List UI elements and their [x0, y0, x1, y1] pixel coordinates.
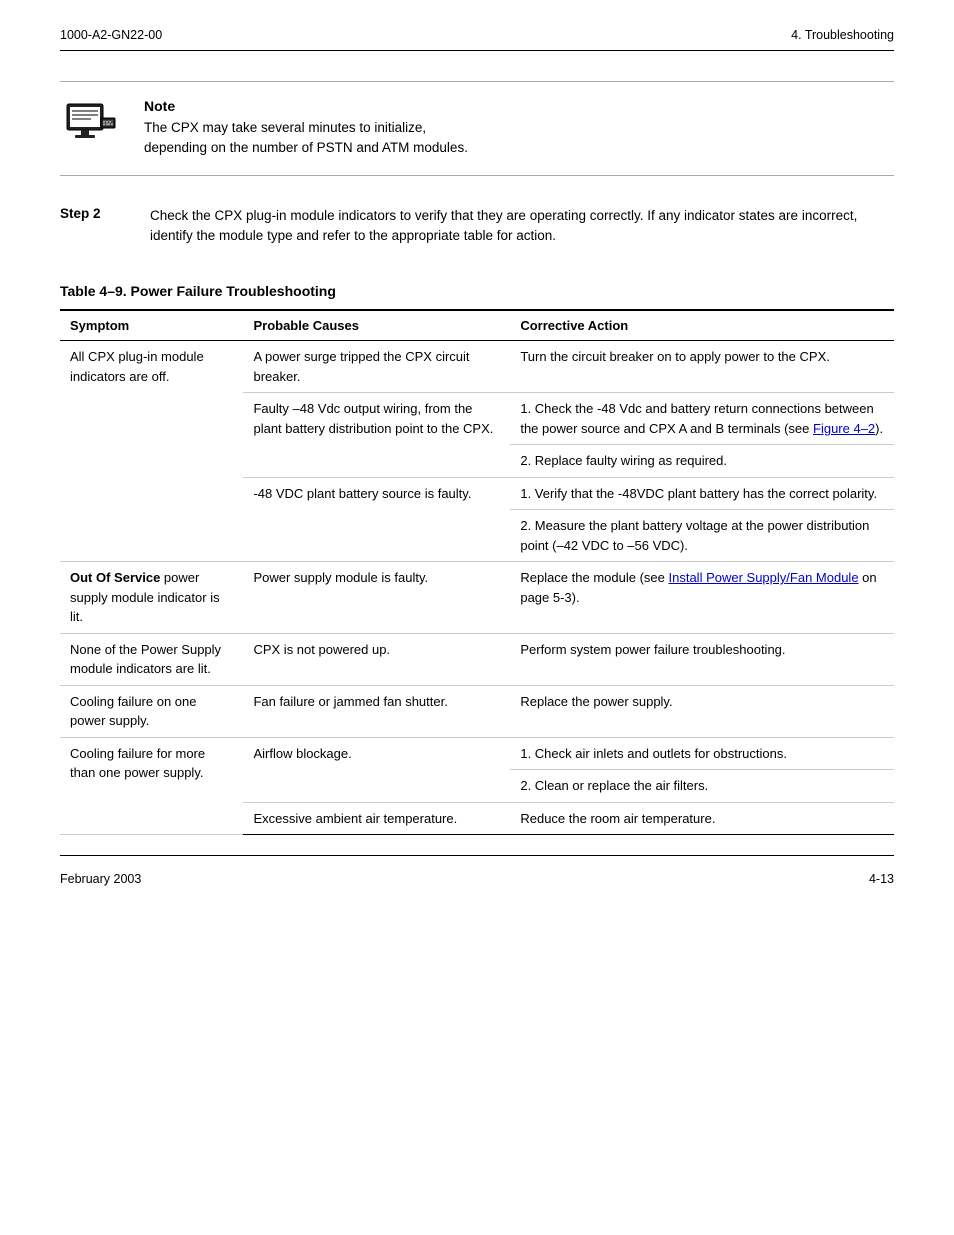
cell-action: Turn the circuit breaker on to apply pow…: [510, 341, 894, 393]
cell-action: Replace the power supply.: [510, 685, 894, 737]
cell-action: 2. Clean or replace the air filters.: [510, 770, 894, 803]
cell-cause: A power surge tripped the CPX circuit br…: [243, 341, 510, 393]
cell-action: 1. Check the -48 Vdc and battery return …: [510, 393, 894, 445]
cell-cause: Fan failure or jammed fan shutter.: [243, 685, 510, 737]
note-icon: [60, 100, 120, 148]
header-doc-id: 1000-A2-GN22-00: [60, 28, 162, 42]
footer-date: February 2003: [60, 872, 141, 886]
note-text: The CPX may take several minutes to init…: [144, 118, 468, 159]
cell-symptom: None of the Power Supply module indicato…: [60, 633, 243, 685]
table-row: Out Of Service power supply module indic…: [60, 562, 894, 634]
cell-action: Reduce the room air temperature.: [510, 802, 894, 835]
troubleshooting-table: Symptom Probable Causes Corrective Actio…: [60, 309, 894, 835]
figure-link[interactable]: Figure 4–2: [813, 421, 875, 436]
page-footer: February 2003 4-13: [60, 855, 894, 896]
table-row: None of the Power Supply module indicato…: [60, 633, 894, 685]
step-text: Check the CPX plug-in module indicators …: [150, 206, 894, 248]
page: 1000-A2-GN22-00 4. Troubleshooting: [0, 0, 954, 1235]
col-header-symptom: Symptom: [60, 310, 243, 341]
action-link[interactable]: Install Power Supply/Fan Module: [669, 570, 859, 585]
col-header-cause: Probable Causes: [243, 310, 510, 341]
cell-cause: Airflow blockage.: [243, 737, 510, 802]
cell-action: 2. Measure the plant battery voltage at …: [510, 510, 894, 562]
note-title: Note: [144, 98, 468, 114]
cell-cause: Power supply module is faulty.: [243, 562, 510, 634]
cell-cause: Excessive ambient air temperature.: [243, 802, 510, 835]
cell-symptom: Cooling failure for more than one power …: [60, 737, 243, 835]
step-section: Step 2 Check the CPX plug-in module indi…: [60, 206, 894, 248]
footer-page: 4-13: [869, 872, 894, 886]
cell-cause: -48 VDC plant battery source is faulty.: [243, 477, 510, 562]
cell-action: Perform system power failure troubleshoo…: [510, 633, 894, 685]
cell-action: 1. Verify that the -48VDC plant battery …: [510, 477, 894, 510]
table-row: Cooling failure on one power supply.Fan …: [60, 685, 894, 737]
cell-symptom: Cooling failure on one power supply.: [60, 685, 243, 737]
cell-cause: CPX is not powered up.: [243, 633, 510, 685]
cell-action: 1. Check air inlets and outlets for obst…: [510, 737, 894, 770]
cell-action: 2. Replace faulty wiring as required.: [510, 445, 894, 478]
table-row: Cooling failure for more than one power …: [60, 737, 894, 770]
cell-action: Replace the module (see Install Power Su…: [510, 562, 894, 634]
table-row: All CPX plug-in module indicators are of…: [60, 341, 894, 393]
step-label: Step 2: [60, 206, 130, 221]
note-content: Note The CPX may take several minutes to…: [144, 98, 468, 159]
cell-symptom: All CPX plug-in module indicators are of…: [60, 341, 243, 562]
table-title: Table 4–9. Power Failure Troubleshooting: [60, 283, 894, 299]
cell-symptom: Out Of Service power supply module indic…: [60, 562, 243, 634]
note-box: Note The CPX may take several minutes to…: [60, 81, 894, 176]
cell-cause: Faulty –48 Vdc output wiring, from the p…: [243, 393, 510, 478]
header-section: 4. Troubleshooting: [791, 28, 894, 42]
col-header-action: Corrective Action: [510, 310, 894, 341]
table-header-row: Symptom Probable Causes Corrective Actio…: [60, 310, 894, 341]
page-header: 1000-A2-GN22-00 4. Troubleshooting: [60, 0, 894, 51]
